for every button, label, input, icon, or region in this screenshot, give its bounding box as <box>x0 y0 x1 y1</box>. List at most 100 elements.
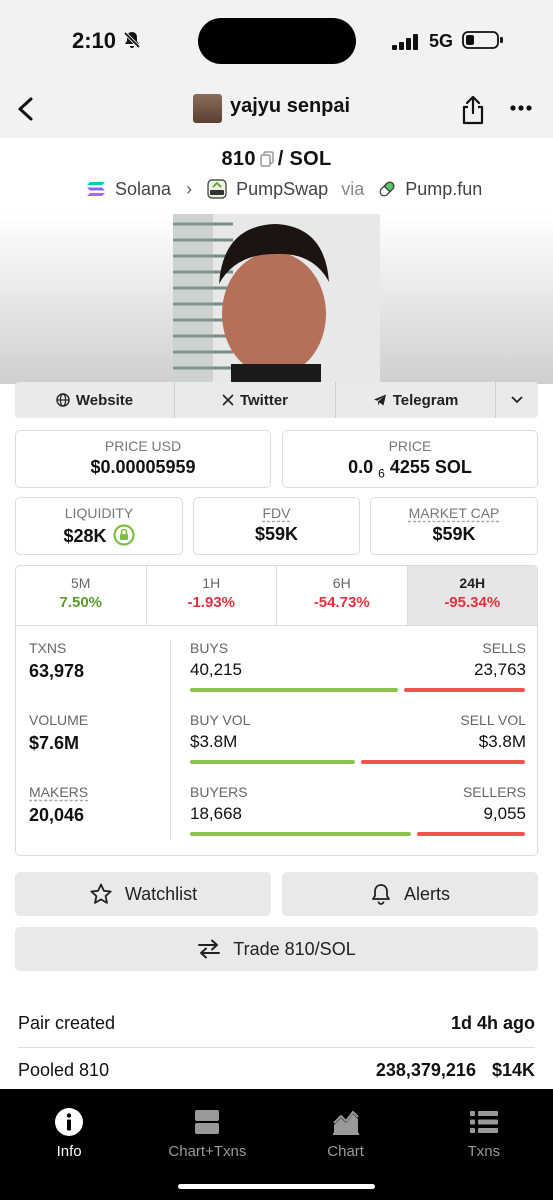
liquidity-label: LIQUIDITY <box>64 505 134 521</box>
market-cap-value: $59K <box>432 524 476 544</box>
tab-24h[interactable]: 24H -95.34% <box>407 566 537 625</box>
telegram-icon <box>373 394 386 406</box>
nav-info-label: Info <box>56 1143 82 1160</box>
pair-quote-symbol: / SOL <box>277 148 332 170</box>
swap-arrows-icon <box>198 939 221 959</box>
makers-label[interactable]: MAKERS <box>29 784 88 800</box>
price-usd-card: PRICE USD $0.00005959 <box>15 430 271 488</box>
chain-breadcrumb: Solana › PumpSwap via Pump.fun <box>86 178 482 200</box>
chain-name[interactable]: Solana <box>115 179 171 199</box>
fdv-value: $59K <box>254 524 299 544</box>
chevron-right-icon: › <box>186 178 193 199</box>
token-image <box>173 214 380 384</box>
more-links-dropdown[interactable] <box>496 382 538 418</box>
pair-created-label: Pair created <box>18 1013 116 1033</box>
stats-panel: 5M 7.50% 1H -1.93% 6H -54.73% 24H -95.34% TX… <box>15 565 538 856</box>
tab-6h[interactable]: 6H -54.73% <box>277 566 408 625</box>
watchlist-button[interactable]: Watchlist <box>15 872 271 916</box>
bell-icon <box>372 884 390 905</box>
buyers-value: 18,668 <box>190 804 242 823</box>
tab-change: -54.73% <box>313 594 370 611</box>
market-cap-label[interactable]: MARKET CAP <box>371 505 537 521</box>
telegram-button[interactable]: Telegram <box>336 382 496 418</box>
tab-5m[interactable]: 5M 7.50% <box>16 566 147 625</box>
buyers-sellers-bar <box>190 832 525 836</box>
social-links-bar: Website Twitter Telegram <box>15 382 538 418</box>
price-usd-label: PRICE USD <box>104 438 182 454</box>
sells-label: SELLS <box>482 640 526 656</box>
pair-created-value: 1d 4h ago <box>450 1013 535 1033</box>
makers-row: MAKERS 20,046 BUYERS SELLERS 18,668 9,05… <box>16 774 537 846</box>
txns-value: 63,978 <box>29 661 85 681</box>
solana-icon <box>87 182 105 197</box>
volume-label: VOLUME <box>29 712 89 728</box>
price-native-suffix: 4255 SOL <box>389 457 472 477</box>
buy-sell-volume-bar <box>190 760 525 764</box>
share-icon[interactable] <box>461 95 485 125</box>
makers-value: 20,046 <box>29 805 85 825</box>
tab-1h[interactable]: 1H -1.93% <box>147 566 277 625</box>
price-usd-value: $0.00005959 <box>90 457 196 477</box>
dex-name[interactable]: PumpSwap <box>236 179 328 199</box>
back-arrow-icon[interactable] <box>15 96 37 122</box>
battery-icon <box>462 31 503 49</box>
launchpad-name[interactable]: Pump.fun <box>405 179 482 199</box>
pair-base-symbol: 810 <box>221 148 256 170</box>
chart-txns-icon <box>195 1110 220 1134</box>
token-avatar <box>193 94 222 123</box>
chevron-down-icon <box>511 396 523 404</box>
globe-icon <box>56 393 70 407</box>
list-icon <box>469 1111 498 1133</box>
dynamic-island <box>198 18 356 64</box>
pair-created-row: Pair created 1d 4h ago <box>18 1013 535 1039</box>
pair-title: 810 / SOL <box>0 148 553 171</box>
alerts-button[interactable]: Alerts <box>282 872 538 916</box>
buy-bar <box>190 688 399 692</box>
sell-bar <box>404 688 525 692</box>
network-type: 5G <box>429 31 454 51</box>
timeframe-tabs: 5M 7.50% 1H -1.93% 6H -54.73% 24H -95.34% <box>16 566 537 626</box>
tab-label: 24H <box>459 575 486 591</box>
price-native-label: PRICE <box>388 438 432 454</box>
price-native-prefix: 0.0 <box>348 457 374 477</box>
sell-vol-label: SELL VOL <box>460 712 526 728</box>
info-icon <box>55 1108 84 1136</box>
buys-value: 40,215 <box>190 660 242 679</box>
nav-txns[interactable]: Txns <box>415 1089 553 1200</box>
price-native-card: PRICE 0.0 6 4255 SOL <box>282 430 538 488</box>
fdv-label[interactable]: FDV <box>194 505 359 521</box>
sellers-value: 9,055 <box>483 804 526 823</box>
status-time: 2:10 <box>72 28 117 53</box>
liquidity-card: LIQUIDITY $28K <box>15 497 183 555</box>
chart-icon <box>332 1110 359 1135</box>
watchlist-label: Watchlist <box>124 883 198 904</box>
pill-icon <box>379 181 395 197</box>
token-name: yajyu senpai <box>230 95 351 117</box>
pooled-values: 238,379,216 $14K <box>376 1060 535 1081</box>
sell-bar <box>360 760 525 764</box>
star-icon <box>90 883 112 904</box>
more-options-icon[interactable] <box>509 98 533 118</box>
telegram-label: Telegram <box>392 391 459 409</box>
status-bar: 2:10 5G <box>0 0 553 82</box>
trade-button[interactable]: Trade 810/SOL <box>15 927 538 971</box>
home-indicator <box>178 1184 375 1189</box>
lock-icon[interactable] <box>112 524 135 546</box>
buy-sell-ratio-bar <box>190 688 525 692</box>
buys-label: BUYS <box>190 640 229 656</box>
tab-label: 1H <box>202 575 221 591</box>
buy-bar <box>190 832 412 836</box>
x-logo-icon <box>222 394 234 406</box>
website-button[interactable]: Website <box>15 382 175 418</box>
twitter-label: Twitter <box>239 391 289 409</box>
alerts-label: Alerts <box>403 883 450 904</box>
pooled-label: Pooled 810 <box>18 1060 110 1080</box>
nav-chart-txns-label: Chart+Txns <box>168 1143 247 1160</box>
nav-txns-label: Txns <box>467 1143 501 1160</box>
pooled-amount: 238,379,216 <box>375 1060 476 1080</box>
twitter-button[interactable]: Twitter <box>175 382 336 418</box>
liquidity-value: $28K <box>63 526 107 546</box>
nav-info[interactable]: Info <box>0 1089 138 1200</box>
pumpswap-icon <box>207 179 227 199</box>
copy-icon[interactable] <box>260 151 274 167</box>
